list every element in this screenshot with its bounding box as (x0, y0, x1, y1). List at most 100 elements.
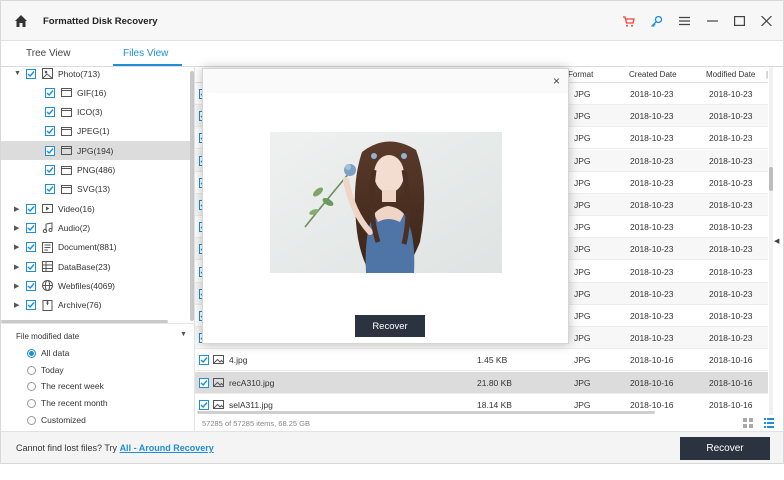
tree-item-gif[interactable]: GIF(16) (1, 83, 191, 102)
tree-item-photo[interactable]: ▼ Photo(713) (1, 64, 191, 83)
grid-view-icon[interactable] (743, 418, 753, 428)
radio-icon[interactable] (27, 365, 36, 375)
file-format: JPG (574, 222, 591, 233)
column-divider: | (766, 70, 768, 79)
chevron-down-icon[interactable]: ▼ (180, 331, 187, 338)
cart-icon[interactable] (620, 13, 636, 29)
recover-button[interactable]: Recover (680, 437, 770, 460)
minimize-icon[interactable] (704, 13, 720, 29)
filter-option-today[interactable]: Today (27, 363, 64, 377)
chevron-right-icon[interactable]: ▶ (14, 263, 19, 271)
tree-item-svg[interactable]: SVG(13) (1, 180, 191, 199)
close-preview-icon[interactable]: × (553, 75, 560, 87)
sidebar-scrollbar[interactable] (190, 71, 194, 321)
chevron-right-icon[interactable]: ▶ (14, 243, 19, 251)
image-file-icon (61, 184, 72, 195)
chevron-right-icon[interactable]: ▶ (14, 301, 19, 309)
checkbox[interactable] (45, 87, 55, 98)
modified-date: 2018-10-16 (709, 377, 753, 388)
preview-recover-button[interactable]: Recover (355, 315, 425, 337)
preview-dialog: × Recover (202, 68, 569, 344)
file-format: JPG (574, 377, 591, 388)
chevron-down-icon[interactable]: ▼ (14, 70, 21, 77)
tree-item-document[interactable]: ▶ Document(881) (1, 238, 191, 257)
tab-tree-view[interactable]: Tree View (26, 48, 70, 59)
checkbox[interactable] (45, 126, 55, 137)
home-icon[interactable] (14, 14, 28, 28)
radio-icon[interactable] (27, 415, 36, 425)
document-icon (42, 241, 53, 253)
app-title: Formatted Disk Recovery (43, 16, 158, 27)
tree-item-database[interactable]: ▶ DataBase(23) (1, 257, 191, 276)
image-file-icon (213, 399, 224, 410)
table-scrollbar-track[interactable] (769, 67, 773, 415)
file-format: JPG (574, 333, 591, 344)
tree-item-video[interactable]: ▶ Video(16) (1, 199, 191, 218)
checkbox[interactable] (26, 261, 36, 272)
row-checkbox[interactable] (199, 377, 209, 388)
key-icon[interactable] (648, 13, 664, 29)
radio-icon[interactable] (27, 398, 36, 408)
database-icon (42, 261, 53, 272)
column-modified-date[interactable]: Modified Date (706, 70, 755, 79)
column-format[interactable]: Format (568, 70, 593, 79)
modified-date: 2018-10-23 (709, 266, 753, 277)
close-icon[interactable] (758, 13, 774, 29)
checkbox[interactable] (26, 222, 36, 233)
image-file-icon (61, 87, 72, 98)
tree-item-label: Archive(76) (58, 300, 102, 311)
maximize-icon[interactable] (731, 13, 747, 29)
column-created-date[interactable]: Created Date (629, 70, 677, 79)
tree-item-png[interactable]: PNG(486) (1, 161, 191, 180)
tree-item-label: Video(16) (58, 203, 95, 214)
checkbox[interactable] (45, 165, 55, 175)
file-format: JPG (574, 155, 591, 166)
tree-item-audio[interactable]: ▶ Audio(2) (1, 218, 191, 237)
created-date: 2018-10-23 (630, 266, 674, 277)
filter-option-customized[interactable]: Customized (27, 413, 86, 427)
tree-item-label: ICO(3) (77, 107, 103, 118)
created-date: 2018-10-23 (630, 244, 674, 255)
checkbox[interactable] (45, 184, 55, 195)
table-scrollbar-thumb[interactable] (769, 167, 773, 191)
checkbox[interactable] (26, 203, 36, 214)
chevron-right-icon[interactable]: ▶ (14, 282, 19, 290)
checkbox[interactable] (45, 107, 55, 118)
modified-date: 2018-10-16 (709, 399, 753, 410)
chevron-right-icon[interactable]: ▶ (14, 224, 19, 232)
tree-item-jpg[interactable]: JPG(194) (1, 141, 191, 161)
file-size: 21.80 KB (477, 377, 512, 388)
app-window: Formatted Disk Recovery Tree View Files … (0, 0, 784, 464)
row-checkbox[interactable] (199, 399, 209, 410)
table-row[interactable]: recA310.jpg 21.80 KB JPG 2018-10-16 2018-10-… (195, 371, 768, 394)
tree-item-jpeg[interactable]: JPEG(1) (1, 122, 191, 141)
list-view-icon[interactable] (764, 418, 774, 428)
checkbox[interactable] (26, 68, 36, 79)
modified-date: 2018-10-23 (709, 288, 753, 299)
footer-bar: Cannot find lost files? Try All - Around… (1, 431, 783, 463)
tree-item-label: JPG(194) (77, 145, 114, 156)
file-format: JPG (574, 355, 591, 366)
table-row[interactable]: 4.jpg 1.45 KB JPG 2018-10-16 2018-10-16 (195, 349, 768, 372)
checkbox[interactable] (26, 242, 36, 253)
file-name: selA311.jpg (229, 399, 273, 410)
row-checkbox[interactable] (199, 355, 209, 366)
menu-icon[interactable] (676, 13, 692, 29)
table-horizontal-scrollbar[interactable] (197, 411, 655, 414)
tree-item-archive[interactable]: ▶ Archive(76) (1, 296, 191, 315)
filter-option-recent-month[interactable]: The recent month (27, 396, 108, 410)
radio-icon[interactable] (27, 381, 36, 391)
tree-item-label: Document(881) (58, 242, 117, 253)
tree-item-ico[interactable]: ICO(3) (1, 103, 191, 122)
tab-files-view[interactable]: Files View (123, 48, 168, 59)
collapse-panel-arrow-icon[interactable]: ◀ (774, 237, 779, 245)
chevron-right-icon[interactable]: ▶ (14, 205, 19, 213)
radio-icon[interactable] (27, 348, 36, 358)
checkbox[interactable] (26, 280, 36, 291)
checkbox[interactable] (26, 300, 36, 311)
tree-item-webfiles[interactable]: ▶ Webfiles(4069) (1, 276, 191, 295)
all-around-recovery-link[interactable]: All - Around Recovery (120, 443, 214, 453)
checkbox[interactable] (45, 145, 55, 156)
filter-option-all-data[interactable]: All data (27, 346, 69, 360)
filter-option-recent-week[interactable]: The recent week (27, 379, 104, 393)
